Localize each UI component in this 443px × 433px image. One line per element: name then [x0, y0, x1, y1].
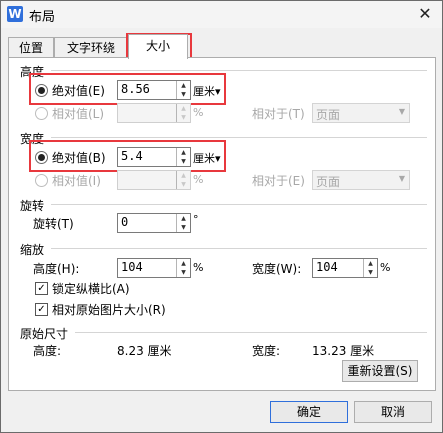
height-relative-radio[interactable]	[35, 107, 48, 120]
spin-up-icon[interactable]: ▲	[177, 214, 190, 223]
height-relative-to-value: 页面	[316, 108, 341, 122]
height-relative-to-label: 相对于(T)	[252, 107, 305, 121]
height-relative-stepper[interactable]: ▲ ▼	[117, 103, 191, 123]
original-section-title: 原始尺寸	[20, 327, 69, 341]
spin-up-icon[interactable]: ▲	[364, 259, 377, 268]
spin-down-icon[interactable]: ▼	[177, 223, 190, 232]
scale-height-unit: %	[193, 261, 204, 274]
check-icon: ✓	[37, 304, 46, 315]
tab-text-wrap[interactable]: 文字环绕	[54, 37, 128, 58]
height-relative-label: 相对值(L)	[52, 107, 105, 121]
spin-down-icon[interactable]: ▼	[177, 113, 190, 122]
width-relative-stepper[interactable]: ▲ ▼	[117, 170, 191, 190]
check-icon: ✓	[37, 283, 46, 294]
chevron-down-icon: ▼	[398, 174, 405, 183]
scale-width-label: 宽度(W):	[252, 262, 302, 276]
height-relative-unit: %	[193, 106, 204, 119]
reset-button[interactable]: 重新设置(S)	[342, 360, 418, 382]
relative-original-checkbox[interactable]: ✓	[35, 303, 48, 316]
width-relative-radio[interactable]	[35, 174, 48, 187]
rotate-unit: °	[193, 213, 199, 226]
lock-aspect-checkbox[interactable]: ✓	[35, 282, 48, 295]
original-height-label: 高度:	[33, 344, 62, 358]
original-width-value: 13.23 厘米	[312, 344, 375, 358]
scale-section-title: 缩放	[20, 243, 45, 257]
ok-button[interactable]: 确定	[270, 401, 348, 423]
scale-width-value[interactable]: 104	[316, 260, 338, 274]
rotate-section-rule	[51, 204, 427, 205]
lock-aspect-label[interactable]: 锁定纵横比(A)	[52, 280, 130, 297]
scale-height-value[interactable]: 104	[121, 260, 143, 274]
dialog-title: 布局	[29, 10, 56, 25]
close-icon[interactable]: ✕	[414, 4, 436, 24]
height-relative-to-select[interactable]: 页面 ▼	[312, 103, 410, 123]
layout-dialog: W 布局 ✕ 位置 文字环绕 大小 高度 绝对值(E) 8.56 ▲ ▼ 厘米▾ …	[0, 0, 443, 433]
tab-position[interactable]: 位置	[8, 37, 54, 58]
spin-down-icon[interactable]: ▼	[364, 268, 377, 277]
rotate-label: 旋转(T)	[33, 217, 74, 231]
scale-height-label: 高度(H):	[33, 262, 80, 276]
cancel-button[interactable]: 取消	[354, 401, 432, 423]
height-section-rule	[51, 70, 427, 71]
rotate-section-title: 旋转	[20, 199, 45, 213]
relative-original-label[interactable]: 相对原始图片大小(R)	[52, 301, 166, 318]
width-section-rule	[51, 137, 427, 138]
original-section-rule	[75, 332, 427, 333]
width-relative-unit: %	[193, 173, 204, 186]
rotate-stepper[interactable]: 0 ▲ ▼	[117, 213, 191, 233]
rotate-value[interactable]: 0	[121, 215, 128, 229]
wps-app-icon: W	[7, 6, 23, 22]
scale-height-stepper[interactable]: 104 ▲ ▼	[117, 258, 191, 278]
height-absolute-highlight	[29, 73, 226, 105]
spin-up-icon[interactable]: ▲	[177, 104, 190, 113]
original-width-label: 宽度:	[252, 344, 281, 358]
scale-section-rule	[51, 248, 427, 249]
width-absolute-highlight	[29, 140, 226, 172]
scale-width-stepper[interactable]: 104 ▲ ▼	[312, 258, 378, 278]
spin-up-icon[interactable]: ▲	[177, 171, 190, 180]
spin-down-icon[interactable]: ▼	[177, 268, 190, 277]
width-relative-to-value: 页面	[316, 175, 341, 189]
chevron-down-icon: ▼	[398, 107, 405, 116]
width-relative-to-select[interactable]: 页面 ▼	[312, 170, 410, 190]
width-relative-label: 相对值(I)	[52, 174, 101, 188]
spin-down-icon[interactable]: ▼	[177, 180, 190, 189]
scale-width-unit: %	[380, 261, 391, 274]
tab-size[interactable]: 大小	[128, 34, 188, 59]
width-relative-to-label: 相对于(E)	[252, 174, 305, 188]
spin-up-icon[interactable]: ▲	[177, 259, 190, 268]
title-bar: W 布局 ✕	[1, 1, 442, 28]
size-panel: 高度 绝对值(E) 8.56 ▲ ▼ 厘米▾ 相对值(L) ▲ ▼ % 相对于(T)…	[8, 57, 436, 391]
original-height-value: 8.23 厘米	[117, 344, 172, 358]
